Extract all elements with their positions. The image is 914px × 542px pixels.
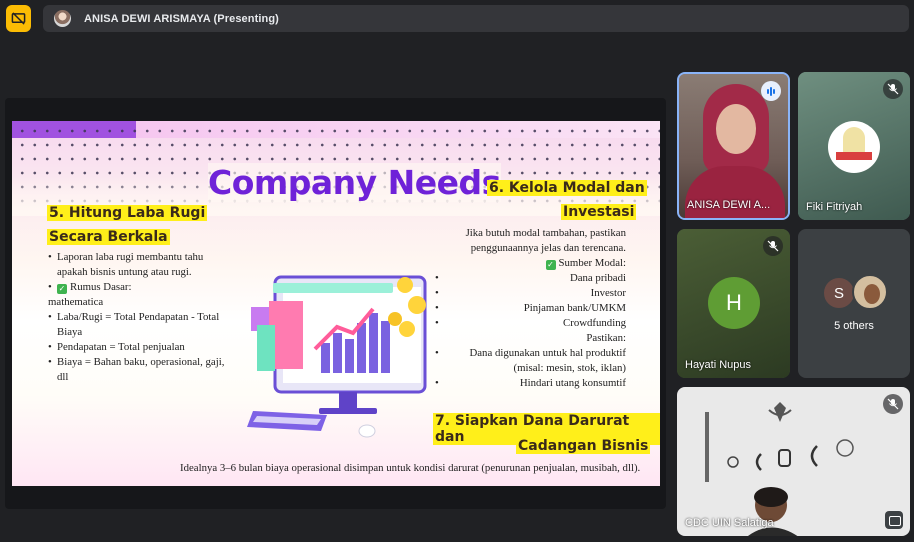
participant-face	[716, 104, 756, 154]
participant-tile-fiki[interactable]: Fiki Fitriyah	[798, 72, 910, 220]
avatar	[852, 274, 888, 310]
participant-tile-cdc[interactable]: CDC UIN Salatiga	[677, 387, 910, 536]
list-item: • ✓ Rumus Dasar:	[48, 281, 132, 294]
present-off-icon	[11, 12, 26, 25]
section7-text: Idealnya 3–6 bulan biaya operasional dis…	[180, 462, 641, 474]
list-item: • Dana pribadi	[435, 272, 626, 284]
others-tile[interactable]: S 5 others	[798, 229, 910, 378]
speaking-indicator-icon	[761, 81, 781, 101]
list-item: penggunaannya jelas dan terencana.	[470, 242, 626, 254]
list-item: • Crowdfunding	[435, 317, 626, 329]
mic-off-icon	[883, 394, 903, 414]
list-item: • Dana digunakan untuk hal produktif	[435, 347, 626, 359]
participant-name: Hayati Nupus	[685, 359, 752, 371]
list-item: mathematica	[48, 296, 104, 308]
list-item: dll	[57, 371, 69, 383]
list-item: • Pendapatan = Total penjualan	[48, 341, 185, 353]
computer-chart-illustration	[245, 271, 445, 451]
others-count: 5 others	[834, 320, 874, 332]
presenter-label: ANISA DEWI ARISMAYA (Presenting)	[84, 12, 279, 25]
wall-decoration	[705, 402, 854, 482]
participant-body	[685, 166, 785, 218]
list-item: • Investor	[435, 287, 626, 299]
section6-list: Jika butuh modal tambahan, pastikan peng…	[430, 226, 626, 391]
avatar	[828, 121, 880, 173]
list-item: Biaya	[57, 326, 83, 338]
list-item: • Hindari utang konsumtif	[435, 377, 626, 389]
section6-heading-cont: Investasi	[561, 204, 637, 220]
section5-list: • Laporan laba rugi membantu tahu apakah …	[48, 250, 244, 385]
check-icon: ✓	[57, 284, 67, 294]
avatar: S	[822, 276, 856, 310]
section7-heading-cont: Cadangan Bisnis	[516, 438, 651, 454]
avatar: H	[708, 277, 760, 329]
participant-name: ANISA DEWI A...	[687, 199, 771, 211]
list-item: ✓ Sumber Modal:	[545, 257, 626, 270]
section5-heading: 5. Hitung Laba Rugi	[47, 205, 208, 221]
list-item: • Laba/Rugi = Total Pendapatan - Total	[48, 311, 220, 323]
list-item: Jika butuh modal tambahan, pastikan	[465, 227, 626, 239]
section5-heading-cont: Secara Berkala	[47, 229, 170, 245]
section6-heading: 6. Kelola Modal dan	[487, 180, 647, 196]
list-item: (misal: mesin, stok, iklan)	[513, 362, 626, 374]
pip-icon[interactable]	[885, 511, 903, 529]
list-item: • Laporan laba rugi membantu tahu	[48, 251, 204, 263]
avatar	[54, 10, 71, 27]
participant-tile-anisa[interactable]: ANISA DEWI A...	[677, 72, 790, 220]
participant-name: CDC UIN Salatiga	[685, 517, 774, 529]
list-item: Pastikan:	[586, 332, 626, 344]
list-item: • Biaya = Bahan baku, operasional, gaji,	[48, 356, 225, 368]
participant-name: Fiki Fitriyah	[806, 201, 863, 213]
presenter-banner: ANISA DEWI ARISMAYA (Presenting)	[43, 5, 909, 32]
mic-off-icon	[763, 236, 783, 256]
list-item: • Pinjaman bank/UMKM	[435, 302, 626, 314]
list-item: apakah bisnis untung atau rugi.	[57, 266, 192, 278]
mic-off-icon	[883, 79, 903, 99]
participant-tile-hayati[interactable]: H Hayati Nupus	[677, 229, 790, 378]
top-bar: ANISA DEWI ARISMAYA (Presenting)	[0, 0, 914, 40]
stop-presenting-button[interactable]	[6, 5, 31, 32]
check-icon: ✓	[545, 260, 556, 270]
presentation-slide: Company Needs 5. Hitung Laba Rugi Secara…	[12, 121, 660, 486]
slide-title: Company Needs	[208, 163, 501, 202]
